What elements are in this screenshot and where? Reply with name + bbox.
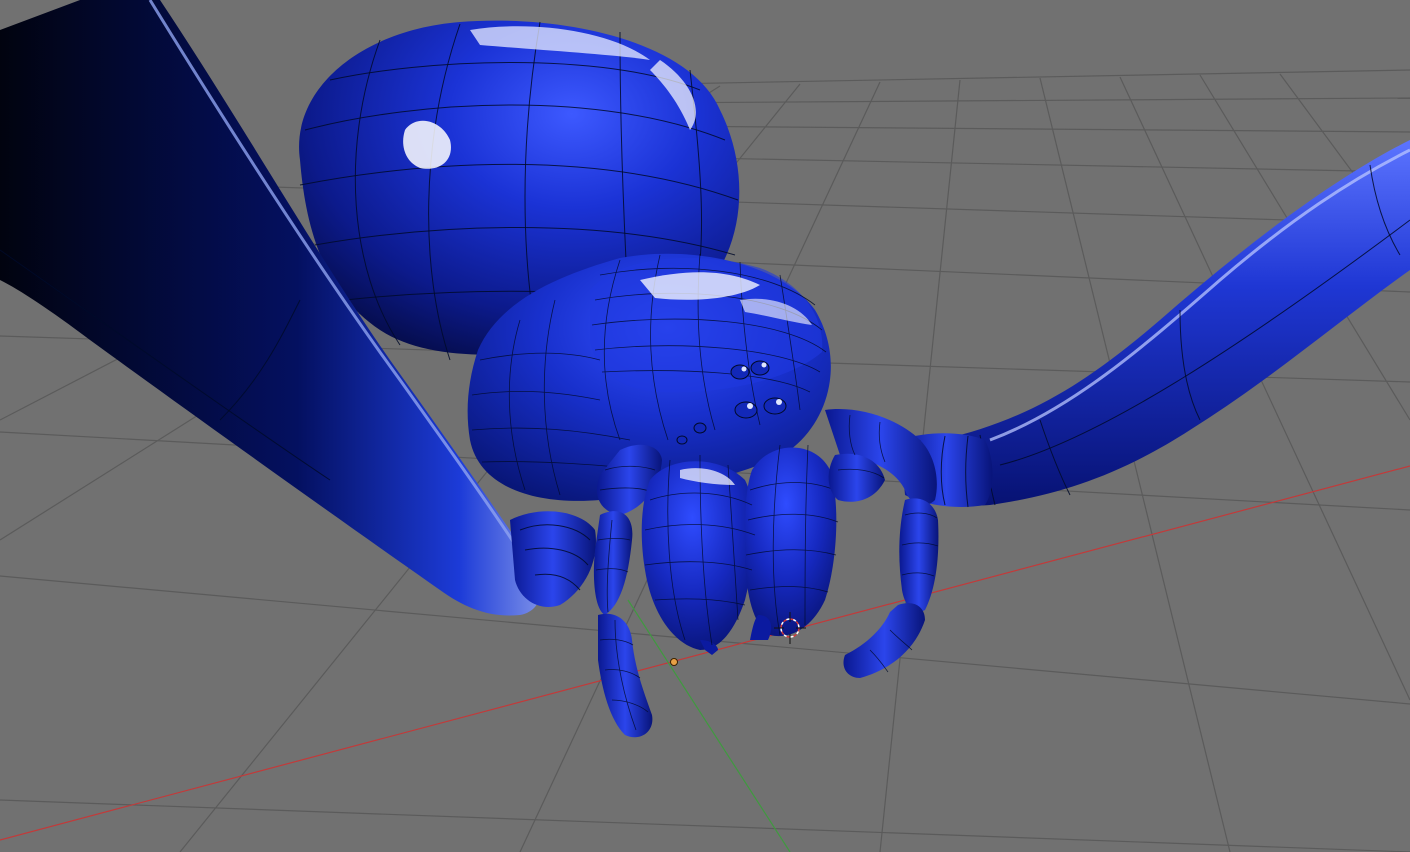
3d-viewport[interactable] — [0, 0, 1410, 852]
spider-chelicerae[interactable] — [641, 444, 839, 655]
spider-front-right-leg[interactable] — [900, 140, 1410, 508]
spider-pedipalp-right[interactable] — [825, 409, 939, 678]
object-origin-icon — [670, 658, 678, 666]
viewport-canvas[interactable] — [0, 0, 1410, 852]
